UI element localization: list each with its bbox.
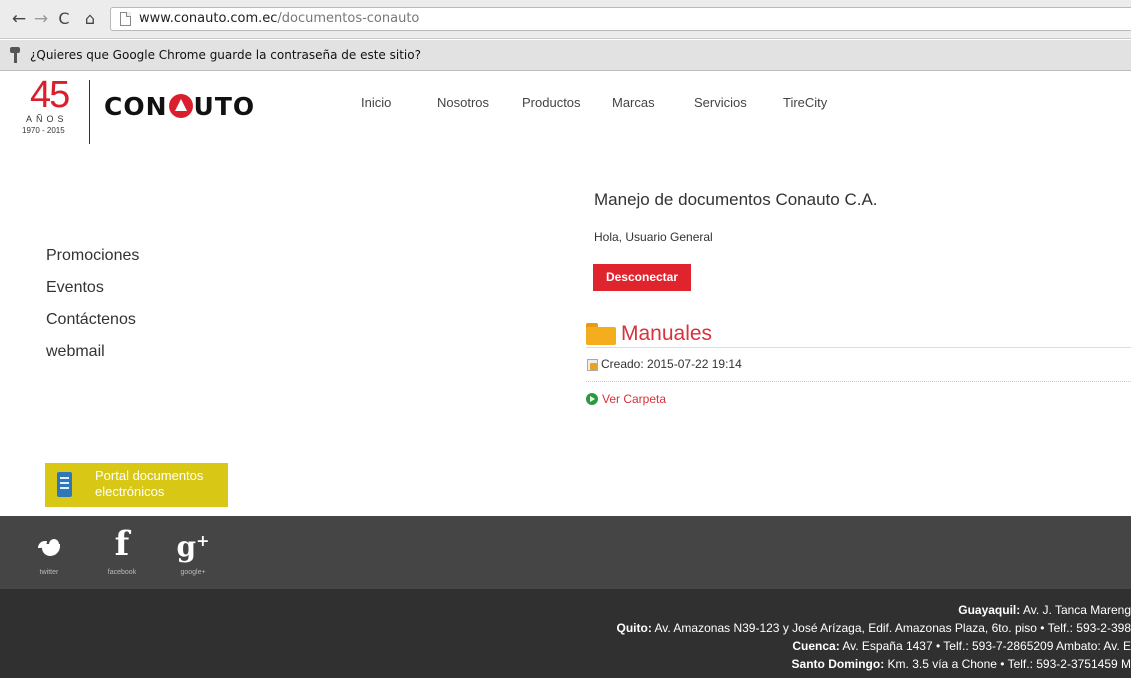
home-icon[interactable]: ⌂ [80,8,100,30]
document-icon [57,472,72,497]
key-icon [9,47,21,63]
twitter-link[interactable]: twitter [24,516,74,589]
anniversary-logo[interactable]: 45 AÑOS 1970 - 2015 [22,76,84,148]
anniversary-anos: AÑOS [26,114,68,124]
back-arrow-icon[interactable]: ← [9,8,29,30]
footer-address-text: Av. España 1437 • Telf.: 593-7-2865209 A… [839,639,1131,653]
page-title: Manejo de documentos Conauto C.A. [594,190,878,209]
brand-text-end: UTO [193,92,256,121]
folder-created-date: Creado: 2015-07-22 19:14 [601,357,742,371]
forward-arrow-icon[interactable]: → [31,8,51,30]
calendar-icon [587,359,598,371]
facebook-link[interactable]: f facebook [97,516,147,589]
brand-text-start: CON [104,92,168,121]
anniversary-number: 45 [30,74,70,116]
footer-city: Guayaquil: [958,603,1021,617]
url-text: www.conauto.com.ec/documentos-conauto [139,11,419,27]
nav-marcas[interactable]: Marcas [612,95,655,111]
footer-city: Quito: [616,621,652,635]
footer-address-line: Cuenca: Av. España 1437 • Telf.: 593-7-2… [792,639,1131,654]
footer-address-text: Av. Amazonas N39-123 y José Arízaga, Edi… [651,621,1131,635]
anniversary-years: 1970 - 2015 [22,126,65,135]
folder-divider [586,347,1131,348]
footer-city: Cuenca: [792,639,840,653]
folder-dotted-divider [586,381,1131,382]
user-greeting: Hola, Usuario General [594,230,713,244]
arrow-circle-icon[interactable] [586,393,598,405]
sidebar-link-contactenos[interactable]: Contáctenos [46,310,136,329]
browser-toolbar: ← → C ⌂ www.conauto.com.ec/documentos-co… [0,0,1131,39]
facebook-icon: f [114,524,130,564]
footer-address-text: Km. 3.5 vía a Chone • Telf.: 593-2-37514… [884,657,1131,671]
sidebar-link-webmail[interactable]: webmail [46,342,105,361]
address-bar[interactable]: www.conauto.com.ec/documentos-conauto [110,7,1131,31]
footer-city: Santo Domingo: [791,657,885,671]
footer-address-text: Av. J. Tanca Mareng [1020,603,1131,617]
google-plus-link[interactable]: g+ google+ [168,516,218,589]
nav-inicio[interactable]: Inicio [361,95,391,111]
footer: Guayaquil: Av. J. Tanca Mareng Quito: Av… [0,589,1131,678]
nav-tirecity[interactable]: TireCity [783,95,827,111]
password-infobar: ¿Quieres que Google Chrome guarde la con… [0,40,1131,71]
portal-documentos-button[interactable]: Portal documentos electrónicos [45,463,228,507]
logout-button[interactable]: Desconectar [593,264,691,291]
url-path: /documentos-conauto [277,11,420,26]
view-folder-link[interactable]: Ver Carpeta [602,392,666,407]
password-prompt-text: ¿Quieres que Google Chrome guarde la con… [30,48,421,62]
sidebar-link-eventos[interactable]: Eventos [46,278,104,297]
footer-address-line: Guayaquil: Av. J. Tanca Mareng [958,603,1131,618]
facebook-label: facebook [107,569,137,576]
footer-address-line: Santo Domingo: Km. 3.5 vía a Chone • Tel… [792,657,1131,672]
footer-address-line: Quito: Av. Amazonas N39-123 y José Aríza… [617,621,1131,636]
nav-nosotros[interactable]: Nosotros [437,95,489,111]
folder-title[interactable]: Manuales [621,321,712,346]
brand-a-icon [168,94,193,118]
reload-icon[interactable]: C [54,8,74,30]
nav-productos[interactable]: Productos [522,95,581,111]
google-plus-icon: g+ [176,530,210,564]
url-host: www.conauto.com.ec [139,11,278,26]
twitter-label: twitter [39,569,59,576]
sidebar-link-promociones[interactable]: Promociones [46,246,139,265]
twitter-icon [38,538,62,558]
google-plus-label: google+ [180,569,206,576]
logo-divider [89,80,90,144]
folder-icon [586,323,616,345]
conauto-logo[interactable]: CON UTO [104,93,255,121]
social-bar: twitter f facebook g+ google+ [0,516,1131,589]
page-icon [120,12,131,26]
portal-documentos-label: Portal documentos electrónicos [95,468,204,499]
nav-servicios[interactable]: Servicios [694,95,747,111]
